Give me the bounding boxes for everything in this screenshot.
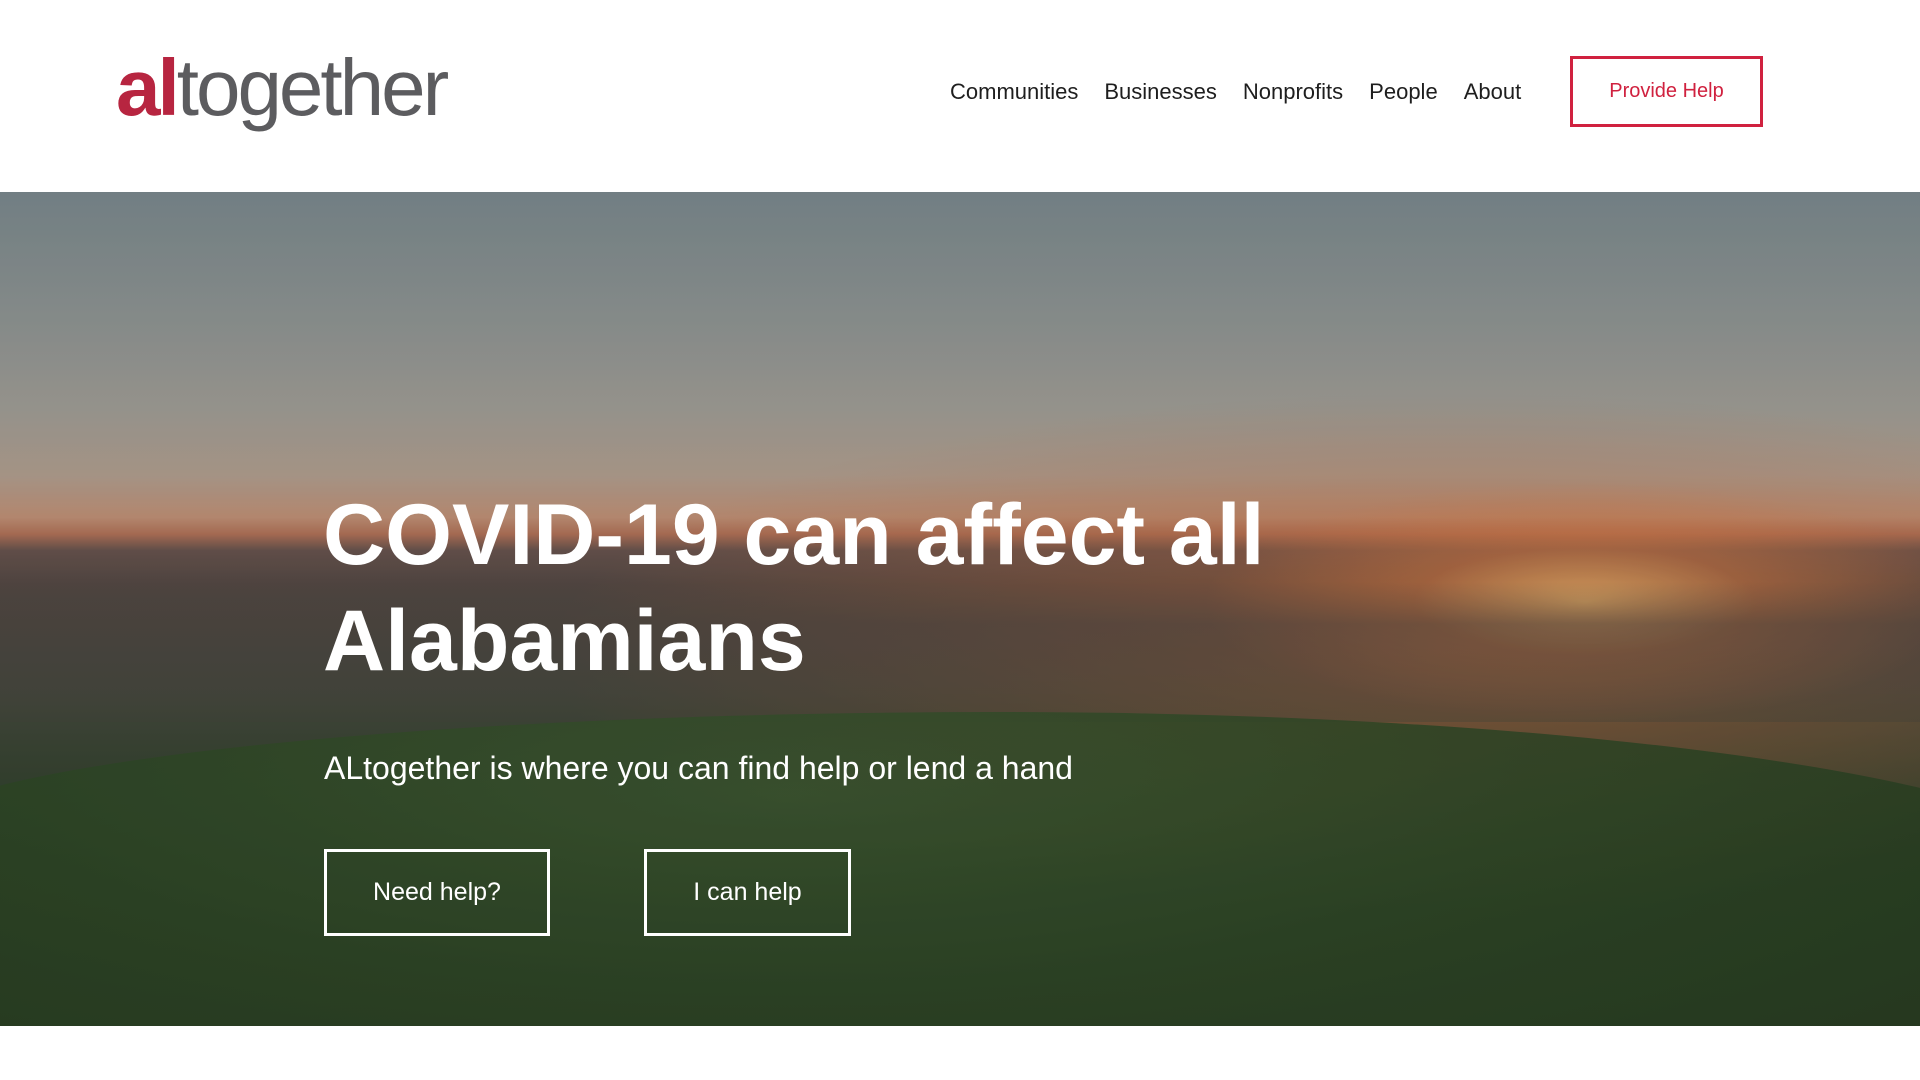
main-nav: Communities Businesses Nonprofits People…	[950, 72, 1521, 112]
site-header: altogether Communities Businesses Nonpro…	[0, 0, 1920, 192]
nav-item-communities[interactable]: Communities	[950, 72, 1078, 112]
logo-accent-text: al	[116, 43, 180, 132]
nav-item-businesses[interactable]: Businesses	[1104, 72, 1217, 112]
nav-item-about[interactable]: About	[1464, 72, 1522, 112]
provide-help-button[interactable]: Provide Help	[1570, 56, 1763, 127]
hero-banner: COVID-19 can affect all Alabamians ALtog…	[0, 192, 1920, 1026]
hero-title: COVID-19 can affect all Alabamians	[323, 487, 1265, 689]
need-help-button[interactable]: Need help?	[324, 849, 550, 936]
nav-item-people[interactable]: People	[1369, 72, 1438, 112]
nav-item-nonprofits[interactable]: Nonprofits	[1243, 72, 1343, 112]
hero-subtitle: ALtogether is where you can find help or…	[324, 750, 1073, 786]
i-can-help-button[interactable]: I can help	[644, 849, 851, 936]
altogether-logo[interactable]: altogether	[116, 38, 450, 138]
logo-rest-text: together	[176, 43, 450, 132]
